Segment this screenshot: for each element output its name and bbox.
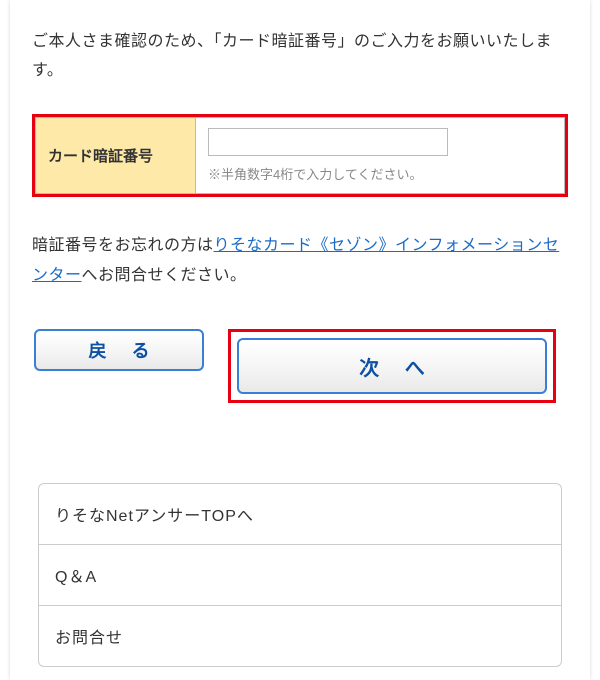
next-button[interactable]: 次 へ xyxy=(237,338,547,394)
pin-input-note: ※半角数字4桁で入力してください。 xyxy=(208,164,552,183)
pin-input[interactable] xyxy=(208,128,448,156)
pin-input-cell: ※半角数字4桁で入力してください。 xyxy=(196,117,565,193)
next-button-highlight: 次 へ xyxy=(228,329,556,403)
pin-form-table: カード暗証番号 ※半角数字4桁で入力してください。 xyxy=(35,117,565,194)
forgot-prefix: 暗証番号をお忘れの方は xyxy=(32,237,214,254)
pin-label: カード暗証番号 xyxy=(36,117,196,193)
link-qa[interactable]: Q＆A xyxy=(39,545,561,606)
pin-input-section: カード暗証番号 ※半角数字4桁で入力してください。 xyxy=(32,114,568,197)
link-netanswer-top[interactable]: りそなNetアンサーTOPへ xyxy=(39,484,561,545)
link-contact[interactable]: お問合せ xyxy=(39,606,561,666)
instruction-text: ご本人さま確認のため、「カード暗証番号」のご入力をお願いいたします。 xyxy=(32,28,568,86)
forgot-suffix: へお問合せください。 xyxy=(82,267,247,284)
back-button[interactable]: 戻 る xyxy=(34,329,204,371)
button-row: 戻 る 次 へ xyxy=(32,329,568,403)
content-panel: ご本人さま確認のため、「カード暗証番号」のご入力をお願いいたします。 カード暗証… xyxy=(10,0,590,680)
forgot-pin-text: 暗証番号をお忘れの方はりそなカード《セゾン》インフォメーションセンターへお問合せ… xyxy=(32,231,568,292)
footer-link-list: りそなNetアンサーTOPへ Q＆A お問合せ xyxy=(38,483,562,667)
